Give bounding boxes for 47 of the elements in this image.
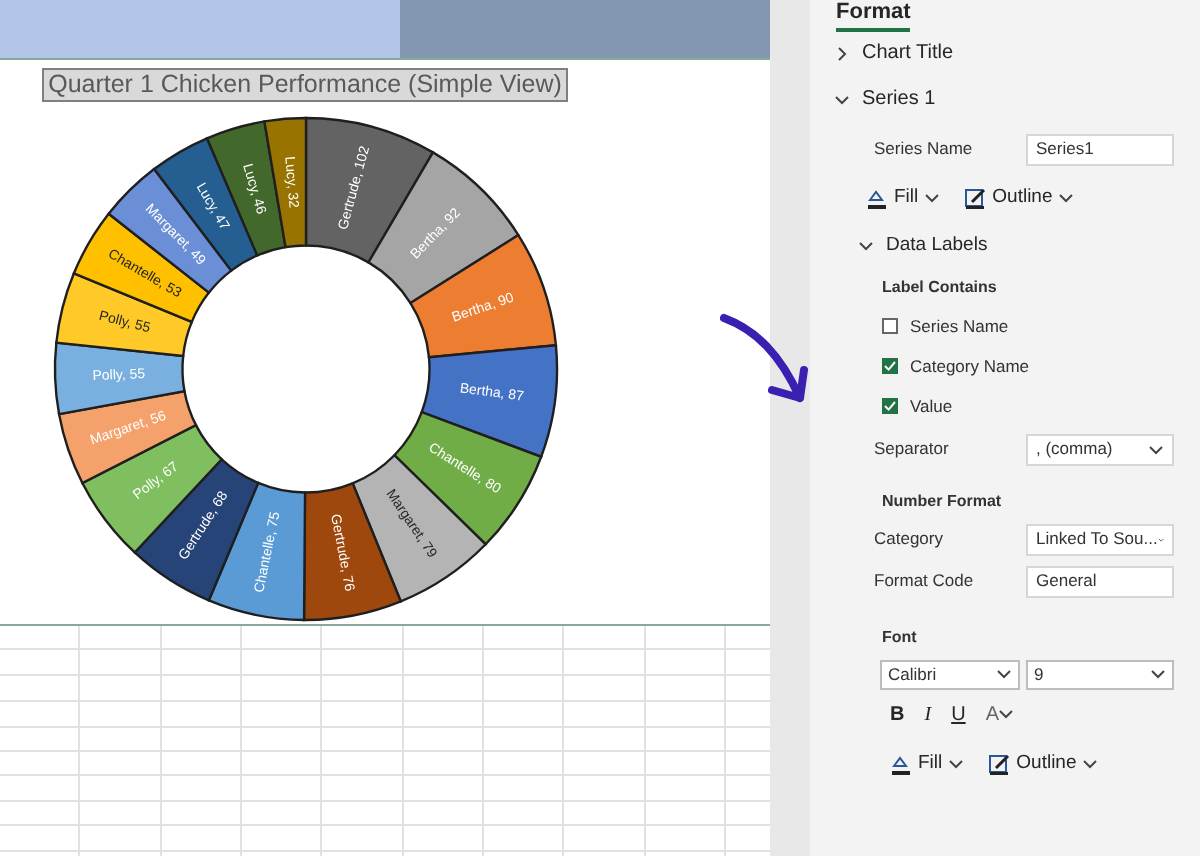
checkbox[interactable] xyxy=(882,398,898,414)
section-header[interactable]: Series 1 xyxy=(834,84,936,114)
pen-icon xyxy=(988,753,1011,775)
chevron-down-icon xyxy=(924,190,941,206)
section-header[interactable]: Data Labels xyxy=(858,231,988,261)
dropdown[interactable]: , (comma) xyxy=(1026,433,1174,465)
checkbox-label[interactable]: Series Name xyxy=(910,313,1009,339)
paint-bucket-icon xyxy=(866,187,888,209)
chevron-down-icon xyxy=(996,666,1012,682)
input-field[interactable]: General xyxy=(1026,565,1174,597)
field-label: Format Code xyxy=(874,568,976,594)
chevron-down-icon xyxy=(998,706,1015,722)
checkbox[interactable] xyxy=(882,318,898,334)
dropdown[interactable]: 9 xyxy=(1026,659,1174,689)
dropdown[interactable]: Linked To Sou... xyxy=(1026,523,1174,555)
input-field[interactable]: Series1 xyxy=(1026,133,1174,165)
chart-title: Quarter 1 Chicken Performance (Simple View) xyxy=(42,68,568,102)
pen-icon xyxy=(964,187,987,209)
chevron-down-icon xyxy=(1148,441,1164,457)
group-label: Number Format xyxy=(882,490,1002,514)
checkbox[interactable] xyxy=(882,358,898,374)
chevron-down-icon xyxy=(1058,190,1075,206)
underline-button[interactable]: U xyxy=(951,699,966,729)
chevron-down-icon xyxy=(834,91,850,107)
field-label: Category xyxy=(874,526,945,552)
fill-button[interactable]: Fill xyxy=(866,183,941,213)
outline-button[interactable]: Outline xyxy=(988,749,1099,779)
chevron-down-icon xyxy=(1082,756,1099,772)
dropdown[interactable]: Calibri xyxy=(880,659,1020,689)
field-label: Separator xyxy=(874,436,951,462)
group-label: Font xyxy=(882,626,917,650)
section-header[interactable]: Chart Title xyxy=(834,38,954,68)
fill-button[interactable]: Fill xyxy=(890,749,965,779)
font-color-button[interactable]: A xyxy=(985,699,1015,729)
checkbox-label[interactable]: Category Name xyxy=(910,353,1030,379)
chevron-down-icon xyxy=(948,756,965,772)
chevron-down-icon xyxy=(1150,666,1166,682)
bold-button[interactable]: B xyxy=(890,699,905,729)
italic-button[interactable]: I xyxy=(924,699,932,729)
group-label: Label Contains xyxy=(882,276,997,300)
checkbox-label[interactable]: Value xyxy=(910,393,953,419)
format-tab[interactable]: Format xyxy=(836,0,911,32)
field-label: Series Name xyxy=(874,136,975,162)
paint-bucket-icon xyxy=(890,753,912,775)
outline-button[interactable]: Outline xyxy=(964,183,1075,213)
chevron-down-icon xyxy=(858,238,874,254)
chevron-right-icon xyxy=(834,45,850,61)
